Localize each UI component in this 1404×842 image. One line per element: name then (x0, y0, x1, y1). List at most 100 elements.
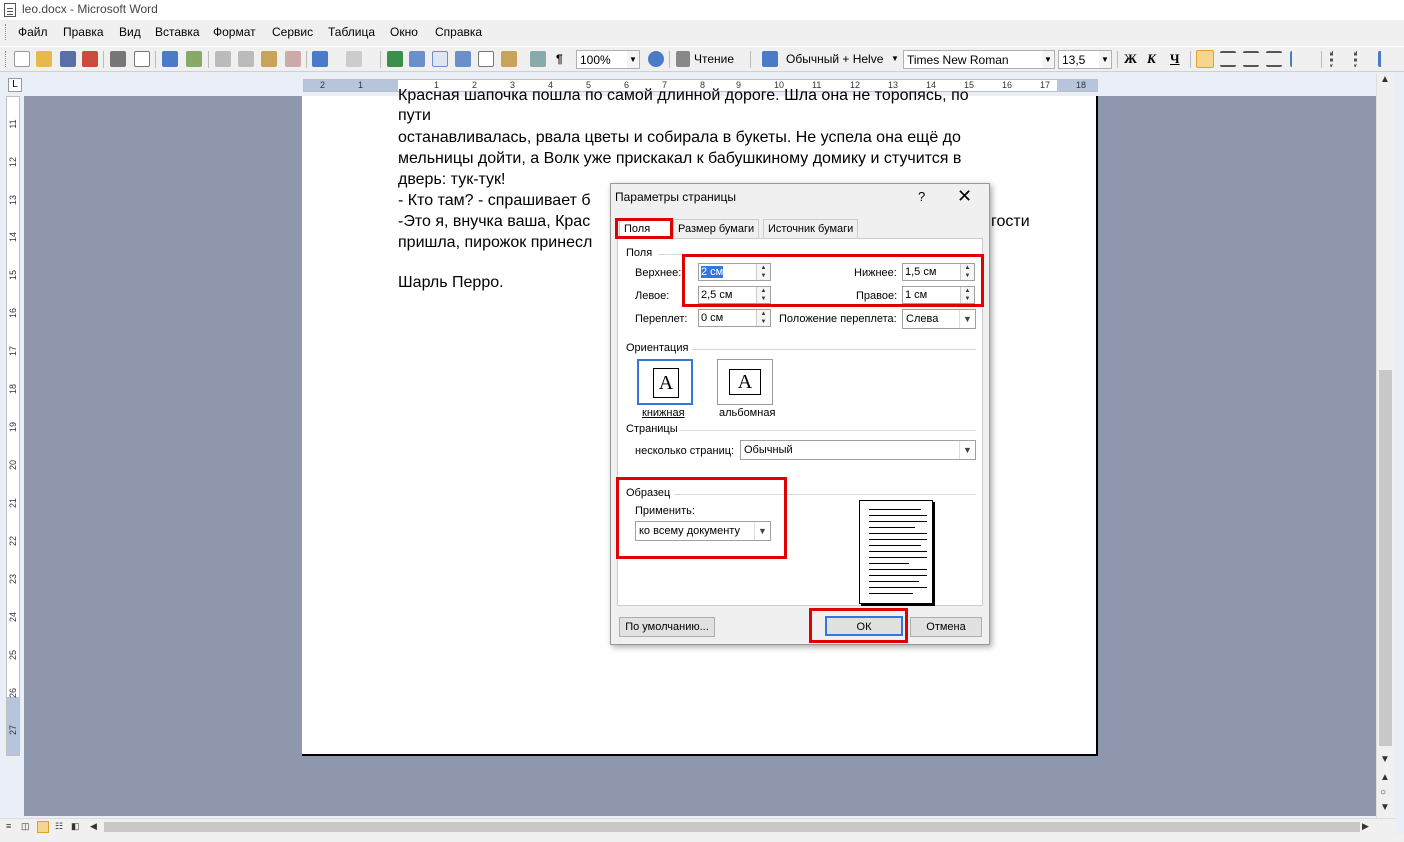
redo-icon[interactable] (346, 51, 362, 67)
ruler-number: 24 (8, 611, 18, 622)
format-painter-icon[interactable] (285, 51, 301, 67)
help-icon[interactable] (648, 51, 664, 67)
preview-line (869, 521, 927, 522)
decrease-indent-icon[interactable] (1378, 51, 1394, 67)
gutter-field[interactable]: 0 см ▲ ▼ (698, 309, 771, 327)
tab-paper-size[interactable]: Размер бумаги (673, 219, 760, 238)
next-page-icon[interactable]: ▼ (1380, 802, 1390, 813)
styles-icon[interactable] (762, 51, 778, 67)
menu-grip[interactable] (5, 24, 8, 40)
align-center-icon[interactable] (1220, 51, 1236, 67)
normal-view-icon[interactable]: ≡ (6, 821, 18, 833)
ruler-number: 1 (358, 80, 364, 90)
reading-button[interactable]: Чтение (694, 52, 734, 66)
portrait-label[interactable]: книжная (642, 407, 685, 419)
toolbar-grip[interactable] (5, 51, 8, 67)
landscape-button[interactable]: A (717, 359, 773, 405)
numbering-icon[interactable] (1330, 51, 1346, 67)
bullets-icon[interactable] (1354, 51, 1370, 67)
hyperlink-icon[interactable] (387, 51, 403, 67)
font-size-combo[interactable]: 13,5 ▼ (1058, 50, 1112, 69)
spelling-icon[interactable] (162, 51, 178, 67)
open-folder-icon[interactable] (36, 51, 52, 67)
browse-object-icon[interactable]: ○ (1380, 787, 1386, 798)
preview-line (869, 581, 919, 582)
set-default-button[interactable]: По умолчанию... (619, 617, 715, 637)
drawing-icon[interactable] (501, 51, 517, 67)
italic-button[interactable]: К (1147, 51, 1156, 67)
scroll-up-icon[interactable]: ▲ (1380, 74, 1390, 85)
save-icon[interactable] (60, 51, 76, 67)
scroll-left-icon[interactable]: ◀ (90, 821, 102, 833)
gutter-position-select[interactable]: Слева ▼ (902, 309, 976, 329)
scroll-down-icon[interactable]: ▼ (1380, 754, 1390, 765)
ruler-number: 17 (1040, 80, 1051, 90)
tables-borders-icon[interactable] (409, 51, 425, 67)
reading-view-icon[interactable]: ◧ (71, 821, 83, 833)
research-icon[interactable] (186, 51, 202, 67)
chevron-down-icon[interactable]: ▼ (959, 441, 975, 459)
vertical-scrollbar[interactable]: ▲ ▼ ▲ ○ ▼ (1376, 74, 1394, 820)
style-combo[interactable]: Обычный + Helve ▼ (783, 50, 901, 69)
show-formatting-icon[interactable]: ¶ (556, 52, 563, 66)
landscape-label[interactable]: альбомная (719, 407, 775, 419)
menu-view[interactable]: Вид (119, 25, 141, 39)
scroll-thumb[interactable] (104, 822, 1360, 832)
menu-table[interactable]: Таблица (328, 25, 375, 39)
permission-icon[interactable] (82, 51, 98, 67)
menu-help[interactable]: Справка (435, 25, 482, 39)
menu-file[interactable]: Файл (18, 25, 48, 39)
multiple-pages-select[interactable]: Обычный ▼ (740, 440, 976, 460)
menu-format[interactable]: Формат (213, 25, 256, 39)
previous-page-icon[interactable]: ▲ (1380, 772, 1390, 783)
scroll-right-icon[interactable]: ▶ (1362, 821, 1374, 833)
help-icon[interactable]: ? (918, 189, 925, 204)
cancel-button[interactable]: Отмена (910, 617, 982, 637)
print-preview-icon[interactable] (134, 51, 150, 67)
font-combo[interactable]: Times New Roman ▼ (903, 50, 1055, 69)
align-left-icon[interactable] (1196, 50, 1214, 68)
bold-button[interactable]: Ж (1124, 51, 1137, 67)
horizontal-scrollbar[interactable]: ≡ ◫ ☷ ◧ ◀ ▶ (0, 818, 1396, 834)
doc-line: пути (398, 107, 431, 124)
portrait-icon: A (653, 368, 679, 398)
chevron-down-icon[interactable]: ▼ (889, 50, 901, 67)
menu-window[interactable]: Окно (390, 25, 418, 39)
insert-table-icon[interactable] (432, 51, 448, 67)
print-layout-icon[interactable] (37, 821, 49, 833)
align-right-icon[interactable] (1243, 51, 1259, 67)
portrait-button[interactable]: A (637, 359, 693, 405)
chevron-down-icon[interactable]: ▼ (1042, 51, 1054, 68)
tab-paper-source[interactable]: Источник бумаги (763, 219, 859, 238)
close-icon[interactable]: ✕ (957, 186, 972, 206)
cut-icon[interactable] (215, 51, 231, 67)
underline-button[interactable]: Ч (1170, 51, 1180, 67)
left-margin-label: Левое: (635, 290, 670, 302)
columns-icon[interactable] (478, 51, 494, 67)
justify-icon[interactable] (1266, 51, 1282, 67)
menu-insert[interactable]: Вставка (155, 25, 200, 39)
outline-view-icon[interactable]: ☷ (55, 821, 67, 833)
chevron-down-icon[interactable]: ▼ (627, 51, 639, 68)
vertical-ruler[interactable]: 11 12 13 14 15 16 17 18 19 20 21 22 23 2… (6, 96, 20, 756)
print-icon[interactable] (110, 51, 126, 67)
undo-icon[interactable] (312, 51, 328, 67)
window-title: leo.docx - Microsoft Word (22, 2, 158, 16)
web-view-icon[interactable]: ◫ (21, 821, 33, 833)
tab-selector[interactable]: L (8, 78, 22, 92)
line-spacing-icon[interactable] (1290, 51, 1306, 67)
insert-excel-icon[interactable] (455, 51, 471, 67)
paste-icon[interactable] (261, 51, 277, 67)
menu-tools[interactable]: Сервис (272, 25, 313, 39)
chevron-down-icon[interactable]: ▼ (1099, 51, 1111, 68)
scroll-thumb[interactable] (1379, 370, 1392, 746)
chevron-down-icon[interactable]: ▼ (959, 310, 975, 328)
ruler-number: 26 (8, 687, 18, 698)
copy-icon[interactable] (238, 51, 254, 67)
zoom-combo[interactable]: 100% ▼ (576, 50, 640, 69)
reading-layout-icon[interactable] (676, 51, 690, 67)
document-map-icon[interactable] (530, 51, 546, 67)
spinner-icon[interactable]: ▲ ▼ (756, 310, 770, 326)
new-document-icon[interactable] (14, 51, 30, 67)
menu-edit[interactable]: Правка (63, 25, 104, 39)
